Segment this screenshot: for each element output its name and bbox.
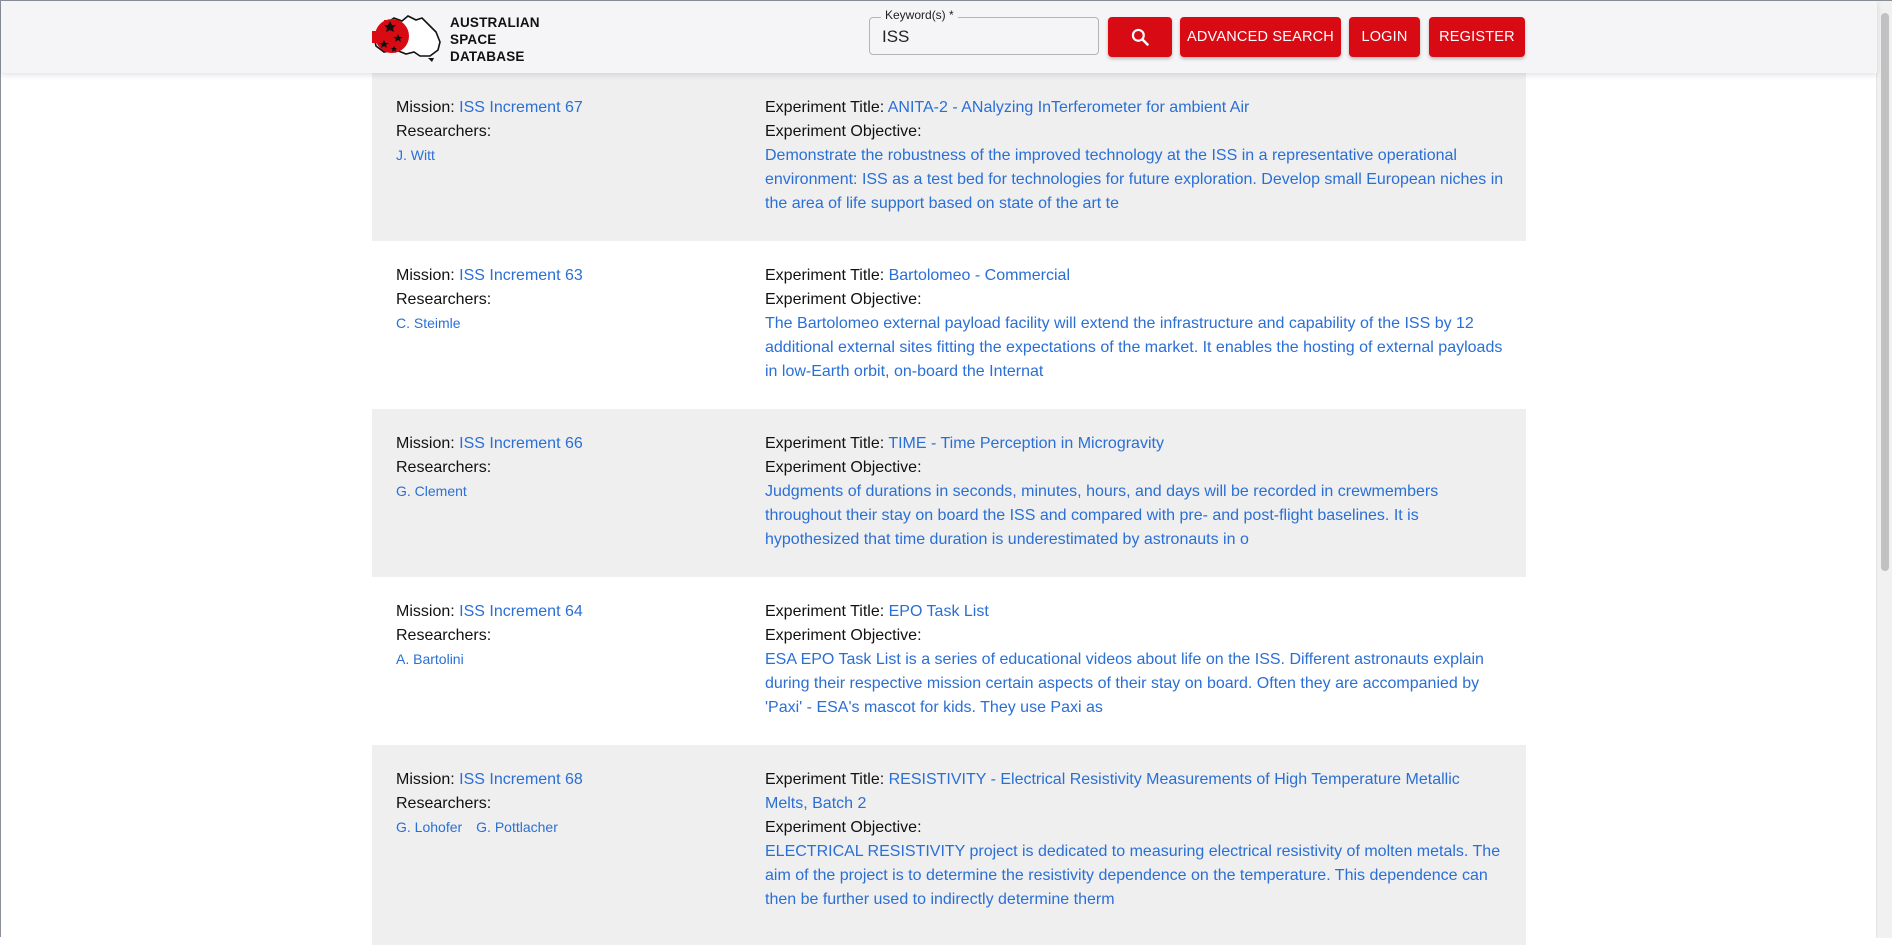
result-card: Mission: ISS Increment 66 Researchers: G… (372, 409, 1526, 577)
result-card: Mission: ISS Increment 63 Researchers: C… (372, 241, 1526, 409)
researcher-link[interactable]: C. Steimle (396, 315, 461, 331)
site-logo[interactable]: AUSTRALIAN SPACE DATABASE (372, 12, 542, 65)
mission-line: Mission: ISS Increment 68 (396, 768, 736, 792)
result-meta: Mission: ISS Increment 64 Researchers: A… (396, 600, 736, 670)
title-line: Experiment Title: EPO Task List (765, 600, 1505, 624)
result-meta: Mission: ISS Increment 63 Researchers: C… (396, 264, 736, 334)
keyword-label: Keyword(s) * (881, 8, 958, 22)
researchers-list: C. Steimle (396, 312, 736, 334)
keyword-input[interactable] (882, 27, 1082, 47)
objective-label: Experiment Objective: (765, 123, 922, 140)
logo-text: AUSTRALIAN SPACE DATABASE (450, 14, 540, 65)
register-button[interactable]: REGISTER (1429, 17, 1525, 57)
result-meta: Mission: ISS Increment 67 Researchers: J… (396, 96, 736, 166)
researcher-link[interactable]: G. Lohofer (396, 819, 462, 835)
mission-label: Mission: (396, 435, 455, 452)
researchers-label: Researchers: (396, 123, 492, 140)
mission-line: Mission: ISS Increment 64 (396, 600, 736, 624)
result-details: Experiment Title: RESISTIVITY - Electric… (765, 768, 1505, 912)
result-meta: Mission: ISS Increment 66 Researchers: G… (396, 432, 736, 502)
experiment-title-link[interactable]: TIME - Time Perception in Microgravity (888, 435, 1164, 452)
objective-label: Experiment Objective: (765, 459, 922, 476)
title-line: Experiment Title: RESISTIVITY - Electric… (765, 768, 1505, 816)
researchers-list: A. Bartolini (396, 648, 736, 670)
researchers-label: Researchers: (396, 459, 492, 476)
researcher-link[interactable]: G. Pottlacher (476, 819, 558, 835)
logo-line-1: AUSTRALIAN (450, 15, 540, 30)
researchers-list: G. Lohofer G. Pottlacher (396, 816, 736, 838)
result-card: Mission: ISS Increment 68 Researchers: G… (372, 745, 1526, 945)
mission-link[interactable]: ISS Increment 66 (459, 435, 583, 452)
search-button[interactable] (1108, 17, 1172, 57)
results-list: Mission: ISS Increment 67 Researchers: J… (372, 73, 1526, 945)
advanced-search-button[interactable]: ADVANCED SEARCH (1180, 17, 1341, 57)
mission-link[interactable]: ISS Increment 63 (459, 267, 583, 284)
experiment-title-link[interactable]: Bartolomeo - Commercial (889, 267, 1070, 284)
mission-label: Mission: (396, 99, 455, 116)
result-details: Experiment Title: ANITA-2 - ANalyzing In… (765, 96, 1505, 216)
researcher-link[interactable]: G. Clement (396, 483, 467, 499)
australia-map-icon (372, 15, 441, 62)
mission-link[interactable]: ISS Increment 64 (459, 603, 583, 620)
mission-line: Mission: ISS Increment 63 (396, 264, 736, 288)
scrollbar-thumb[interactable] (1881, 13, 1889, 571)
researcher-link[interactable]: J. Witt (396, 147, 435, 163)
researchers-label: Researchers: (396, 795, 492, 812)
objective-label: Experiment Objective: (765, 819, 922, 836)
objective-label: Experiment Objective: (765, 627, 922, 644)
login-button[interactable]: LOGIN (1349, 17, 1420, 57)
experiment-title-link[interactable]: ANITA-2 - ANalyzing InTerferometer for a… (888, 99, 1250, 116)
result-details: Experiment Title: EPO Task List Experime… (765, 600, 1505, 720)
experiment-objective-link[interactable]: Judgments of durations in seconds, minut… (765, 480, 1505, 552)
title-label: Experiment Title: (765, 603, 885, 620)
logo-line-2: SPACE (450, 32, 497, 47)
app-header: AUSTRALIAN SPACE DATABASE Keyword(s) * A… (1, 1, 1877, 73)
researcher-link[interactable]: A. Bartolini (396, 651, 464, 667)
result-details: Experiment Title: TIME - Time Perception… (765, 432, 1505, 552)
researchers-label: Researchers: (396, 291, 492, 308)
mission-link[interactable]: ISS Increment 68 (459, 771, 583, 788)
mission-line: Mission: ISS Increment 66 (396, 432, 736, 456)
experiment-title-link[interactable]: EPO Task List (889, 603, 989, 620)
experiment-objective-link[interactable]: The Bartolomeo external payload facility… (765, 312, 1505, 384)
result-card: Mission: ISS Increment 67 Researchers: J… (372, 73, 1526, 241)
objective-label: Experiment Objective: (765, 291, 922, 308)
logo-line-3: DATABASE (450, 49, 525, 64)
researchers-label: Researchers: (396, 627, 492, 644)
title-line: Experiment Title: Bartolomeo - Commercia… (765, 264, 1505, 288)
title-label: Experiment Title: (765, 771, 885, 788)
title-label: Experiment Title: (765, 267, 885, 284)
title-label: Experiment Title: (765, 435, 885, 452)
mission-line: Mission: ISS Increment 67 (396, 96, 736, 120)
researchers-list: G. Clement (396, 480, 736, 502)
experiment-objective-link[interactable]: ESA EPO Task List is a series of educati… (765, 648, 1505, 720)
search-icon (1131, 28, 1149, 46)
mission-label: Mission: (396, 771, 455, 788)
experiment-objective-link[interactable]: ELECTRICAL RESISTIVITY project is dedica… (765, 840, 1505, 912)
mission-label: Mission: (396, 267, 455, 284)
researchers-list: J. Witt (396, 144, 736, 166)
mission-label: Mission: (396, 603, 455, 620)
title-label: Experiment Title: (765, 99, 885, 116)
mission-link[interactable]: ISS Increment 67 (459, 99, 583, 116)
title-line: Experiment Title: ANITA-2 - ANalyzing In… (765, 96, 1505, 120)
page-scrollbar[interactable] (1876, 1, 1892, 938)
experiment-objective-link[interactable]: Demonstrate the robustness of the improv… (765, 144, 1505, 216)
result-card: Mission: ISS Increment 64 Researchers: A… (372, 577, 1526, 745)
result-meta: Mission: ISS Increment 68 Researchers: G… (396, 768, 736, 838)
result-details: Experiment Title: Bartolomeo - Commercia… (765, 264, 1505, 384)
title-line: Experiment Title: TIME - Time Perception… (765, 432, 1505, 456)
